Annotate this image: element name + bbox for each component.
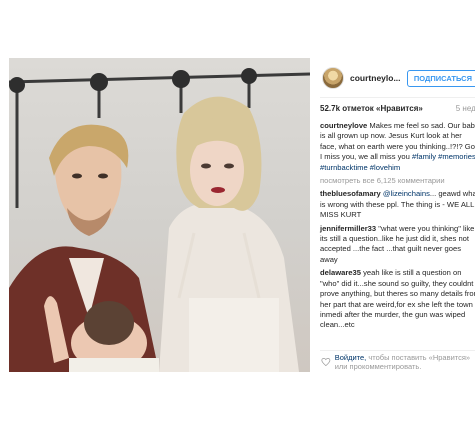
login-link[interactable]: Войдите,: [335, 353, 367, 362]
likes-count[interactable]: 52.7k отметок «Нравится»: [320, 104, 423, 113]
follow-button[interactable]: ПОДПИСАТЬСЯ: [406, 70, 475, 87]
like-comment-bar: Войдите, чтобы поставить «Нравится» или …: [320, 350, 475, 372]
username-link[interactable]: courtneylo...: [350, 73, 401, 83]
comment-author[interactable]: delaware35: [320, 268, 361, 277]
comment-item: thebluesofamary @lizeinchains... geawd w…: [320, 189, 475, 220]
post-age[interactable]: 5 нед.: [456, 104, 475, 113]
login-prompt: Войдите, чтобы поставить «Нравится» или …: [335, 353, 475, 371]
comment-item: delaware35 yeah like is still a question…: [320, 268, 475, 330]
instagram-post: courtneylo... ПОДПИСАТЬСЯ 52.7k отметок …: [9, 58, 475, 372]
post-sidebar: courtneylo... ПОДПИСАТЬСЯ 52.7k отметок …: [320, 58, 475, 372]
comment-author[interactable]: thebluesofamary: [320, 189, 381, 198]
comment-author[interactable]: courtneylove: [320, 121, 367, 130]
comments-list: courtneylove Makes me feel so sad. Our b…: [320, 121, 475, 331]
post-photo-illustration: [9, 68, 310, 372]
caption: courtneylove Makes me feel so sad. Our b…: [320, 121, 475, 173]
post-stats: 52.7k отметок «Нравится» 5 нед.: [320, 98, 475, 118]
comment-text: yeah like is still a question on "who" d…: [320, 268, 475, 330]
mention-link[interactable]: @lizeinchains: [383, 189, 430, 198]
avatar[interactable]: [322, 66, 344, 89]
view-all-comments-link[interactable]: посмотреть все 6,125 комментарии: [320, 176, 475, 186]
post-photo[interactable]: [9, 58, 310, 372]
post-header: courtneylo... ПОДПИСАТЬСЯ: [320, 58, 475, 98]
comment-item: jennifermiller33 "what were you thinking…: [320, 224, 475, 266]
heart-icon[interactable]: [321, 355, 331, 369]
comment-author[interactable]: jennifermiller33: [320, 224, 376, 233]
